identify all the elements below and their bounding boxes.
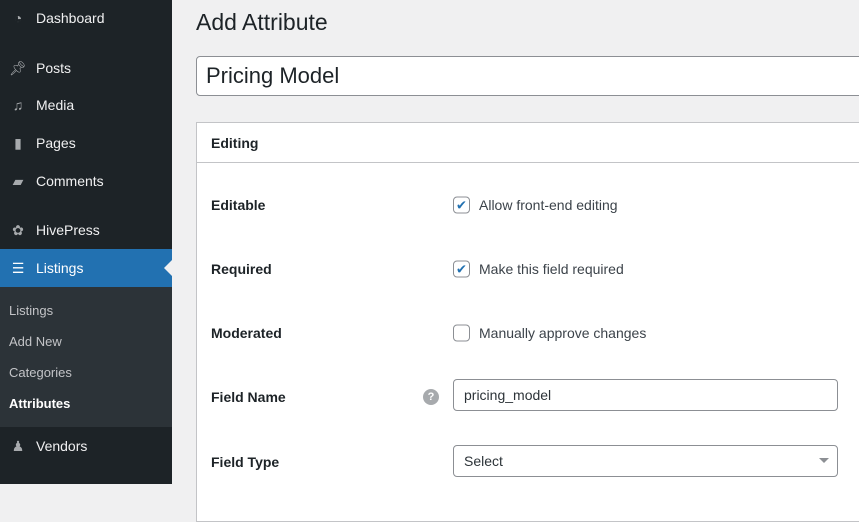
submenu-categories[interactable]: Categories xyxy=(9,365,72,380)
field-name-input[interactable]: pricing_model xyxy=(453,379,838,411)
required-label: Required xyxy=(211,261,272,277)
listings-submenu: Listings Add New Categories Attributes xyxy=(0,287,172,427)
panel-title: Editing xyxy=(197,123,859,163)
moderated-label: Moderated xyxy=(211,325,282,341)
dashboard-icon: ◔ xyxy=(13,10,23,26)
media-icon: ♫ xyxy=(12,97,24,113)
hivepress-icon: ✿ xyxy=(12,221,24,238)
submenu-listings[interactable]: Listings xyxy=(9,303,53,318)
admin-sidebar: ◔ Dashboard 📌︎ Posts ♫ Media ▮ Pages ▰ Commen… xyxy=(0,0,172,484)
menu-comments[interactable]: ▰ Comments xyxy=(0,163,172,199)
submenu-add-new[interactable]: Add New xyxy=(9,334,62,349)
menu-media[interactable]: ♫ Media xyxy=(0,87,172,123)
moderated-checkbox-label[interactable]: Manually approve changes xyxy=(479,325,646,341)
required-checkbox-label[interactable]: Make this field required xyxy=(479,261,624,277)
attribute-name-input[interactable]: Pricing Model xyxy=(196,56,859,96)
required-checkbox[interactable]: ✔ xyxy=(453,260,470,278)
field-type-value: Select xyxy=(464,453,503,469)
editable-checkbox-label[interactable]: Allow front-end editing xyxy=(479,197,618,213)
field-type-label: Field Type xyxy=(211,454,280,470)
menu-listings[interactable]: ☰ Listings xyxy=(0,249,172,287)
menu-dashboard[interactable]: ◔ Dashboard xyxy=(0,0,172,36)
menu-posts[interactable]: 📌︎ Posts xyxy=(0,50,172,86)
editable-checkbox[interactable]: ✔ xyxy=(453,196,470,214)
pin-icon: 📌︎ xyxy=(9,59,27,76)
field-type-select[interactable]: Select xyxy=(453,445,838,477)
chevron-down-icon xyxy=(819,458,829,463)
menu-hivepress[interactable]: ✿ HivePress xyxy=(0,212,172,248)
listings-icon: ☰ xyxy=(11,259,25,276)
moderated-checkbox[interactable] xyxy=(453,324,470,342)
comment-icon: ▰ xyxy=(12,172,24,189)
pages-icon: ▮ xyxy=(14,134,22,151)
user-icon: ♟ xyxy=(11,437,25,454)
page-title: Add Attribute xyxy=(196,9,328,35)
editing-panel: Editing Editable ✔ Allow front-end editi… xyxy=(196,122,859,522)
field-name-label: Field Name xyxy=(211,389,286,405)
submenu-attributes[interactable]: Attributes xyxy=(9,396,70,411)
main-content: Add Attribute Pricing Model Editing Edit… xyxy=(172,0,859,522)
menu-pages[interactable]: ▮ Pages xyxy=(0,125,172,161)
menu-vendors[interactable]: ♟ Vendors xyxy=(0,428,172,464)
editable-label: Editable xyxy=(211,197,266,213)
help-icon[interactable]: ? xyxy=(423,389,439,405)
